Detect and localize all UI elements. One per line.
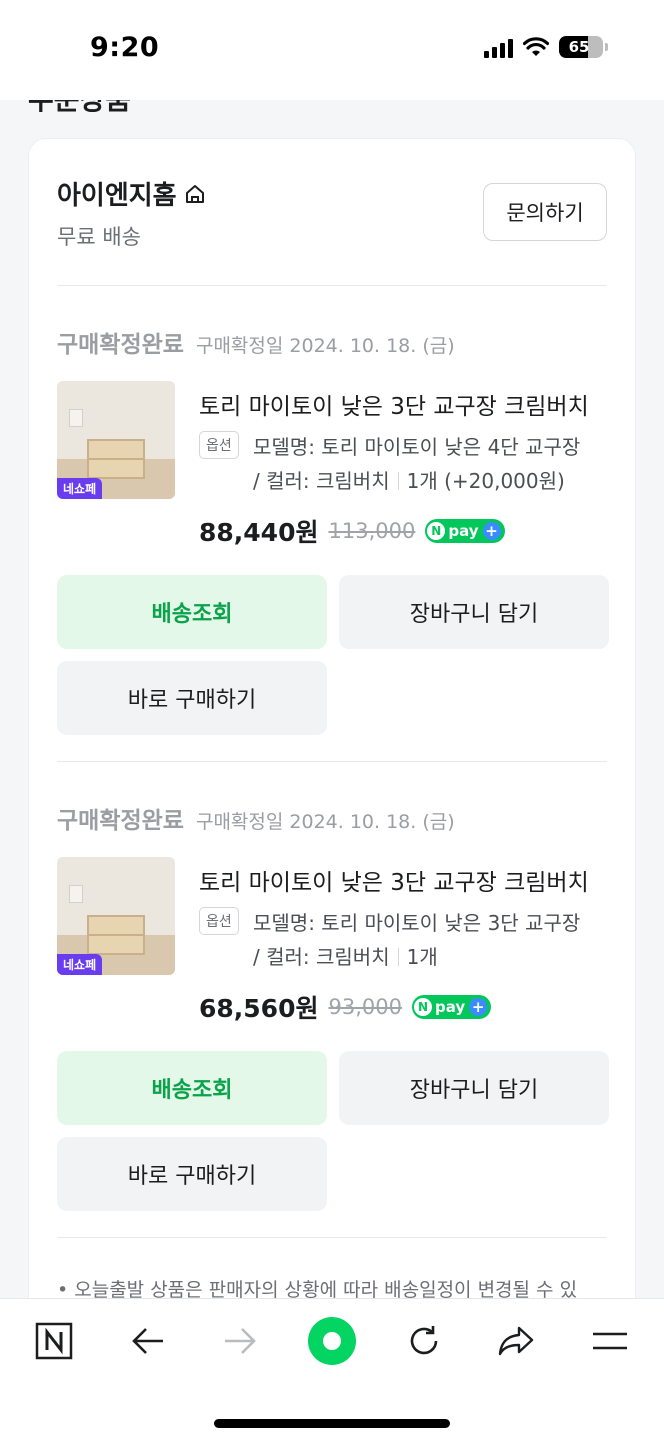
original-price: 93,000	[328, 995, 402, 1019]
npay-n-icon: N	[427, 522, 446, 540]
sale-price: 88,440원	[199, 518, 319, 547]
store-home-icon	[185, 184, 204, 203]
confirm-date: 구매확정일 2024. 10. 18. (금)	[195, 335, 455, 357]
status-bar: 9:20 65	[0, 0, 664, 100]
wifi-icon	[523, 37, 549, 56]
option-tag: 옵션	[199, 907, 239, 935]
price-row: 88,440원 113,000 N pay +	[199, 513, 505, 549]
buy-now-button[interactable]: 바로 구매하기	[57, 1137, 327, 1211]
back-arrow-icon[interactable]	[126, 1319, 170, 1363]
order-item: 구매확정완료 구매확정일 2024. 10. 18. (금) 네쇼페 토리 마이…	[29, 761, 635, 1211]
product-thumbnail[interactable]: 네쇼페	[57, 857, 175, 975]
battery-level: 65	[568, 38, 590, 56]
npay-n-icon: N	[413, 998, 432, 1016]
naver-home-icon[interactable]	[32, 1319, 76, 1363]
npay-plus-badge: N pay +	[411, 995, 492, 1019]
order-status: 구매확정완료	[57, 332, 184, 358]
product-title[interactable]: 토리 마이토이 낮은 3단 교구장 크림버치	[199, 387, 609, 421]
green-dot-icon[interactable]	[306, 1315, 358, 1367]
seller-name-row[interactable]: 아이엔지홈	[57, 175, 207, 212]
price-row: 68,560원 93,000 N pay +	[199, 989, 492, 1025]
order-status-row: 구매확정완료 구매확정일 2024. 10. 18. (금)	[57, 325, 455, 359]
option-color: / 컬러: 크림버치	[253, 469, 390, 493]
share-icon[interactable]	[494, 1319, 538, 1363]
option-quantity: 1개 (+20,000원)	[406, 469, 565, 493]
product-thumbnail[interactable]: 네쇼페	[57, 381, 175, 499]
divider	[57, 1237, 607, 1238]
menu-icon[interactable]	[588, 1319, 632, 1363]
npay-plus-badge: N pay +	[425, 519, 505, 543]
cellular-signal-icon	[484, 36, 513, 58]
refresh-icon[interactable]	[402, 1319, 446, 1363]
product-title[interactable]: 토리 마이토이 낮은 3단 교구장 크림버치	[199, 863, 609, 897]
sale-price: 68,560원	[199, 994, 319, 1023]
option-model: 모델명: 토리 마이토이 낮은 3단 교구장	[253, 911, 581, 935]
plus-icon: +	[482, 522, 501, 540]
plus-icon: +	[469, 998, 488, 1016]
order-item: 구매확정완료 구매확정일 2024. 10. 18. (금) 네쇼페 토리 마이…	[29, 285, 635, 735]
inquiry-button[interactable]: 문의하기	[483, 183, 607, 241]
status-time: 9:20	[90, 32, 160, 63]
buy-now-button[interactable]: 바로 구매하기	[57, 661, 327, 735]
option-model: 모델명: 토리 마이토이 낮은 4단 교구장	[253, 435, 581, 459]
status-icons: 65	[484, 36, 608, 58]
home-indicator	[214, 1419, 450, 1428]
original-price: 113,000	[328, 519, 416, 543]
track-delivery-button[interactable]: 배송조회	[57, 1051, 327, 1125]
confirm-date: 구매확정일 2024. 10. 18. (금)	[195, 811, 455, 833]
option-color: / 컬러: 크림버치	[253, 945, 390, 969]
npay-label: pay	[448, 522, 479, 540]
add-to-cart-button[interactable]: 장바구니 담기	[339, 575, 609, 649]
order-status-row: 구매확정완료 구매확정일 2024. 10. 18. (금)	[57, 801, 455, 835]
naver-shopping-badge: 네쇼페	[57, 478, 103, 499]
forward-arrow-icon[interactable]	[218, 1319, 262, 1363]
browser-toolbar	[0, 1298, 664, 1440]
option-tag: 옵션	[199, 431, 239, 459]
seller-order-card: 아이엔지홈 무료 배송 문의하기 구매확정완료 구매확정일 2024. 10. …	[28, 138, 636, 1338]
add-to-cart-button[interactable]: 장바구니 담기	[339, 1051, 609, 1125]
npay-label: pay	[434, 998, 466, 1016]
battery-icon: 65	[559, 36, 603, 58]
option-quantity: 1개	[406, 945, 438, 969]
shipping-info: 무료 배송	[57, 225, 141, 249]
option-details: 모델명: 토리 마이토이 낮은 3단 교구장 / 컬러: 크림버치 1개	[253, 906, 613, 974]
track-delivery-button[interactable]: 배송조회	[57, 575, 327, 649]
naver-shopping-badge: 네쇼페	[57, 954, 103, 975]
order-status: 구매확정완료	[57, 808, 184, 834]
option-details: 모델명: 토리 마이토이 낮은 4단 교구장 / 컬러: 크림버치 1개 (+20…	[253, 430, 613, 498]
seller-name[interactable]: 아이엔지홈	[57, 175, 177, 212]
